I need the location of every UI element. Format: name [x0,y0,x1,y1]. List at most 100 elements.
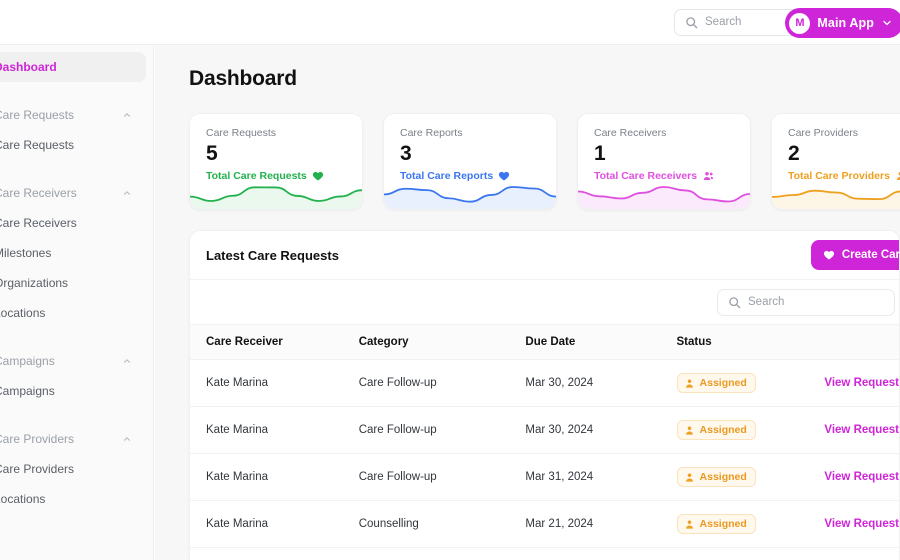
table-body: Kate Marina Care Follow-up Mar 30, 2024 Ass… [190,359,899,560]
cell-category: Care Follow-up [358,359,526,407]
stat-card-label: Care Receivers [594,127,667,139]
column-care-receiver[interactable]: Care Receiver [190,324,359,360]
sidebar-item-label: Milestones [0,246,52,260]
chevron-down-icon [883,20,891,26]
sidebar-item-milestones[interactable]: Milestones [0,238,146,268]
stat-card-foot-label: Total Care Requests [206,170,307,182]
sidebar-item-care-requests[interactable]: Care Requests [0,130,146,160]
table-row[interactable]: Kate Marina Care Follow-up Mar 30, 2024 Ass… [190,359,899,407]
status-badge: Assigned [676,467,756,487]
cell-actions: View Request [824,453,899,501]
status-badge-label: Assigned [699,518,747,530]
view-request-link[interactable]: View Request [824,377,899,389]
cell-actions: View Request [824,500,899,548]
sidebar-item-label: Locations [0,306,46,320]
chevron-up-icon [124,191,130,195]
column-actions [824,324,899,360]
cell-category: Counselling [358,547,526,560]
status-badge: Assigned [676,373,756,393]
person-icon [685,378,693,388]
cell-due-date: Mar 30, 2024 [525,406,677,454]
status-badge-label: Assigned [699,471,747,483]
status-badge-label: Assigned [699,377,747,389]
create-care-request-label: Create Care Request [841,249,900,261]
page-title: Dashboard [189,67,297,90]
top-header: Search 1 M Main App [0,0,900,45]
stat-card-value: 2 [788,142,800,165]
column-due-date[interactable]: Due Date [525,324,677,360]
sidebar-item-label: Care Receivers [0,216,77,230]
sidebar-item-locations[interactable]: Locations [0,298,146,328]
panel-title: Latest Care Requests [206,247,339,263]
cell-care-receiver: Kate Marina [190,359,359,407]
chevron-up-icon [124,437,130,441]
cell-status: Assigned [676,453,825,501]
sidebar-item-label: Organizations [0,276,69,290]
stat-card-care-providers[interactable]: Care Providers 2 Total Care Providers [771,113,900,210]
sparkline-chart [772,189,900,209]
care-requests-table: Care Receiver Category Due Date Status K… [190,324,899,560]
dashboard-app: Search 1 M Main App Dashboard Care Reques… [0,0,900,560]
sidebar-item-label: Dashboard [0,60,57,74]
search-icon [686,16,698,28]
sidebar-items: Dashboard Care Requests Care Requests Care … [0,45,153,514]
users-icon [703,171,714,180]
heart-icon [312,171,323,181]
avatar: M [789,12,811,34]
view-request-link[interactable]: View Request [824,424,899,436]
status-badge-label: Assigned [699,424,747,436]
table-row[interactable]: Kate Marina Counselling Mar 21, 2024 Assign… [190,500,899,548]
cell-due-date: Mar 21, 2024 [525,500,677,548]
sidebar-item-organizations[interactable]: Organizations [0,268,146,298]
sidebar-item-dashboard[interactable]: Dashboard [0,52,146,82]
status-badge: Assigned [676,514,756,534]
app-switcher-button[interactable]: M Main App [785,8,900,38]
sidebar-item-campaigns[interactable]: Campaigns [0,376,146,406]
cell-category: Care Follow-up [358,406,526,454]
cell-status: Assigned [676,547,825,560]
cell-due-date: Mar 30, 2024 [525,359,677,407]
search-icon [729,296,741,308]
status-badge: Assigned [676,420,756,440]
create-care-request-button[interactable]: Create Care Request [810,240,900,270]
stat-card-value: 1 [594,142,606,165]
stat-card-foot-label: Total Care Providers [788,170,890,182]
stat-card-care-requests[interactable]: Care Requests 5 Total Care Requests [189,113,363,210]
view-request-link[interactable]: View Request [824,471,899,483]
table-search-input[interactable]: Search [717,288,895,316]
table-search-placeholder: Search [748,296,785,308]
column-category[interactable]: Category [358,324,526,360]
stat-card-foot-label: Total Care Reports [400,170,494,182]
table-row[interactable]: Kate Marina Care Follow-up Mar 31, 2024 Ass… [190,453,899,501]
cell-category: Care Follow-up [358,453,526,501]
sidebar-item-care-providers[interactable]: Care Providers [0,454,146,484]
panel-toolbar: Search [190,280,899,324]
stat-card-footer: Total Care Receivers [578,166,750,182]
stat-card-care-receivers[interactable]: Care Receivers 1 Total Care Receivers [577,113,751,210]
stat-card-footer: Total Care Requests [190,166,362,182]
view-request-link[interactable]: View Request [824,518,899,530]
stat-card-care-reports[interactable]: Care Reports 3 Total Care Reports [383,113,557,210]
sidebar-section-campaigns[interactable]: Campaigns [0,346,146,376]
table-row[interactable]: Kate Marina Care Follow-up Mar 30, 2024 Ass… [190,406,899,454]
latest-care-requests-panel: Latest Care Requests Create Care Request… [189,230,900,560]
sidebar-section-care-receivers[interactable]: Care Receivers [0,178,146,208]
sidebar-section-care-providers[interactable]: Care Providers [0,424,146,454]
sidebar-item-label: Care Requests [0,138,75,152]
cell-actions: View Request [824,359,899,407]
sidebar-item-locations[interactable]: Locations [0,484,146,514]
sidebar-section-label: Care Providers [0,432,75,446]
table-row[interactable]: Kate MarinaCounsellingFeb 29, 2024Assign… [190,547,899,560]
person-icon [685,519,693,529]
sparkline-chart [578,186,750,209]
heart-icon [499,171,510,181]
cell-due-date: Mar 31, 2024 [525,453,677,501]
person-icon [685,425,693,435]
sidebar-section-label: Care Receivers [0,186,77,200]
sidebar-item-care-receivers[interactable]: Care Receivers [0,208,146,238]
sidebar-section-care-requests[interactable]: Care Requests [0,100,146,130]
stat-card-foot-label: Total Care Receivers [594,170,698,182]
cell-due-date: Feb 29, 2024 [525,547,677,560]
column-status[interactable]: Status [676,324,825,360]
sidebar[interactable]: Dashboard Care Requests Care Requests Care … [0,45,154,560]
